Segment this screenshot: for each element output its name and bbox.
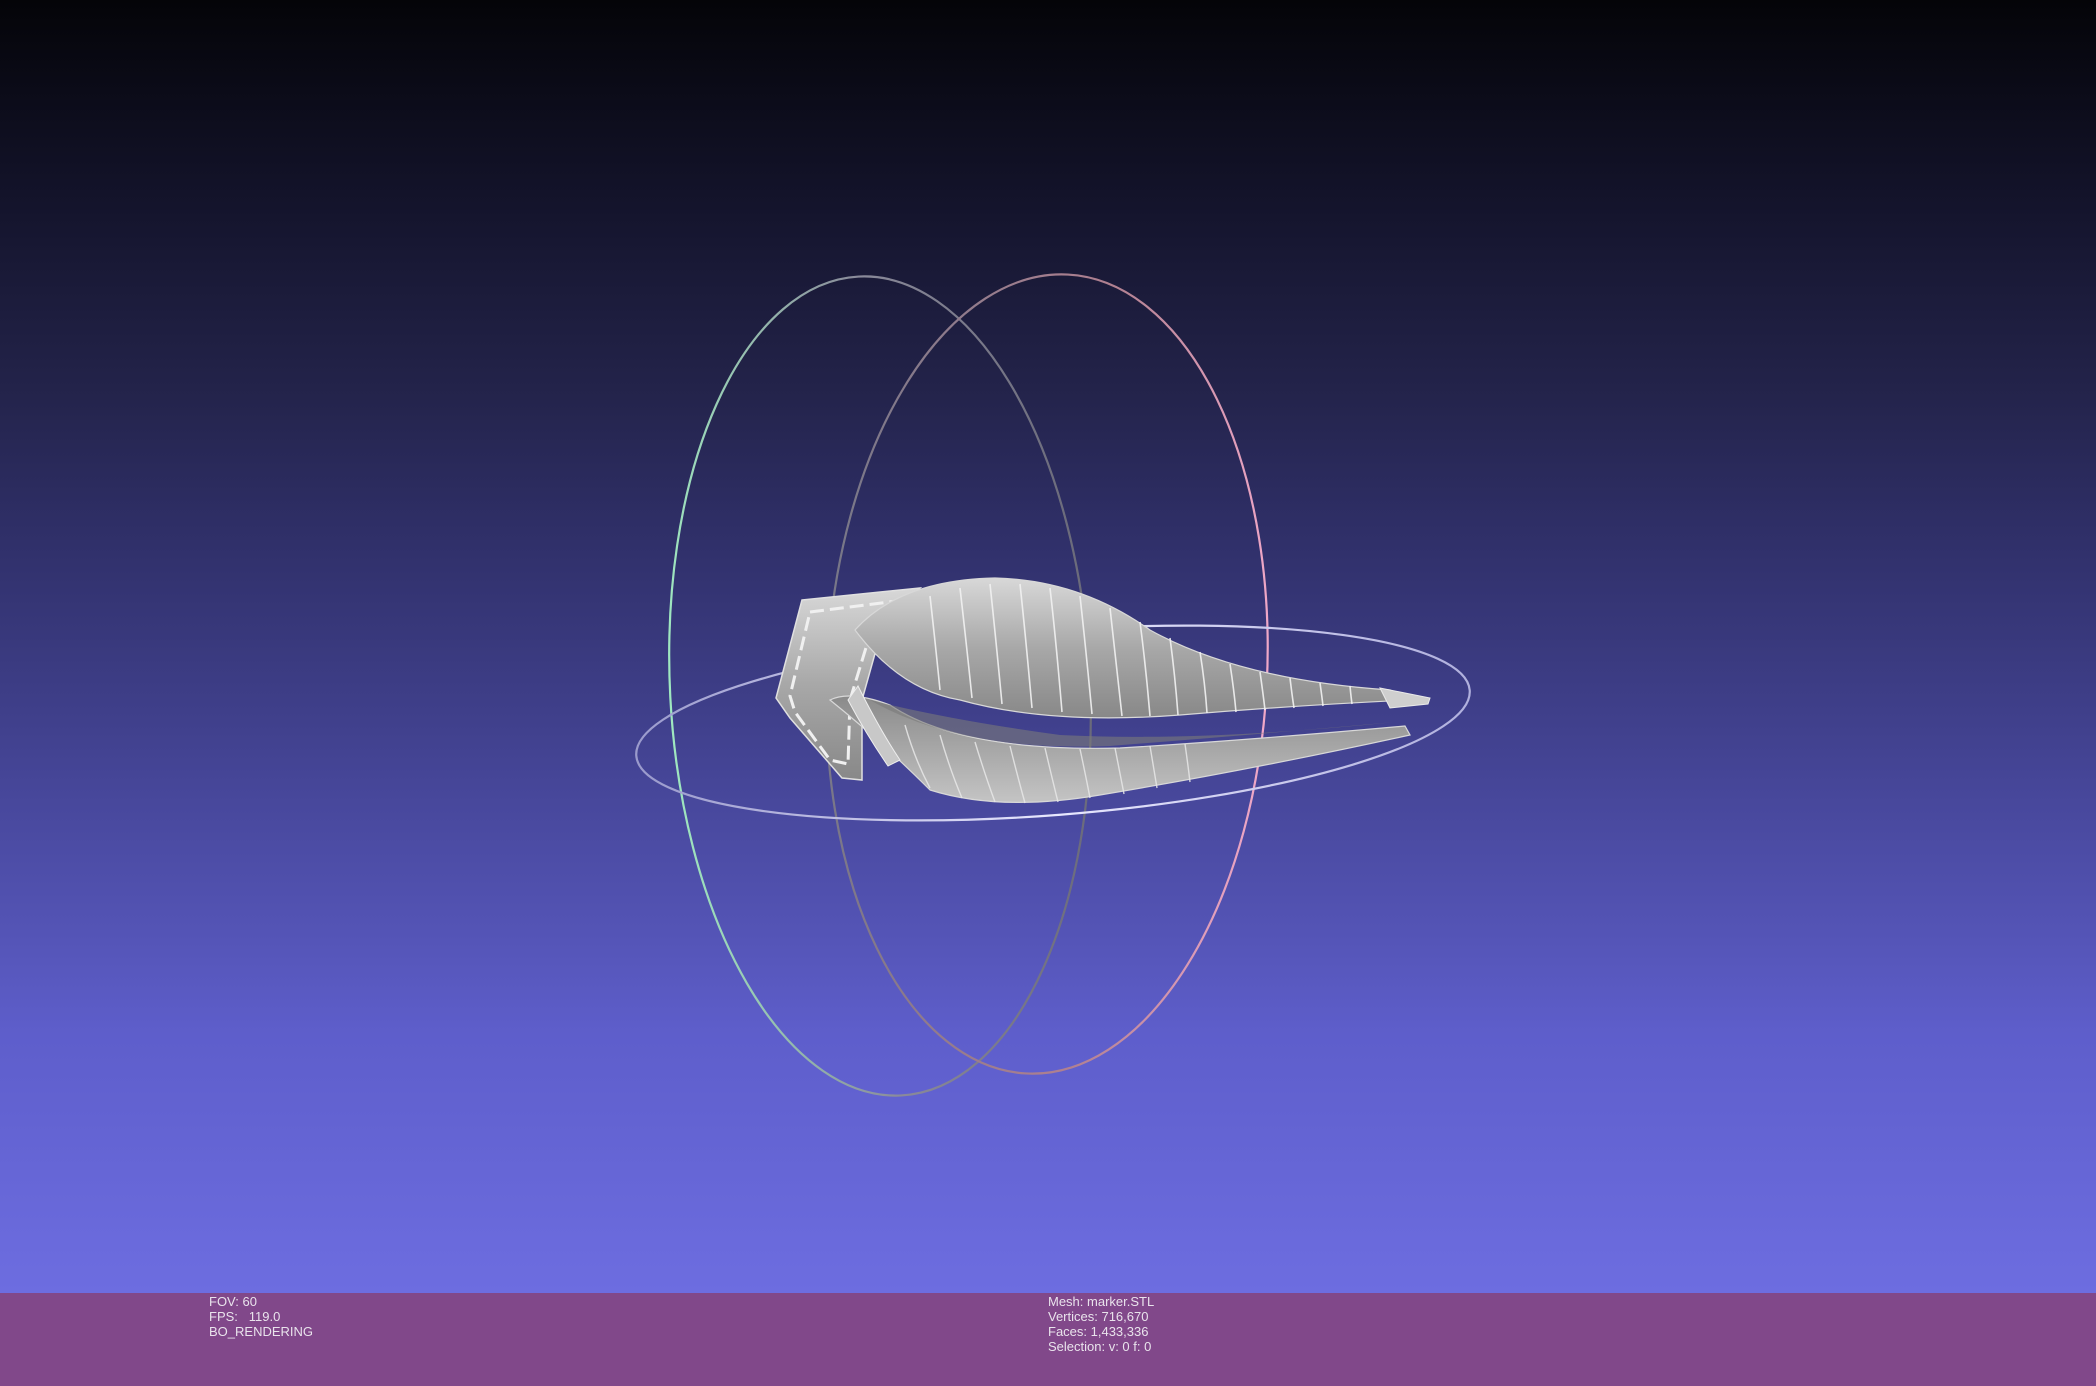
mesh-info: Mesh: marker.STL Vertices: 716,670 Faces… — [1048, 1294, 1154, 1354]
render-mode-label: BO_RENDERING — [209, 1324, 314, 1339]
vertices-label: Vertices: 716,670 — [1048, 1309, 1149, 1324]
mesh-upper-hull — [854, 577, 1413, 719]
mesh-name-label: Mesh: marker.STL — [1048, 1294, 1155, 1309]
faces-label: Faces: 1,433,336 — [1048, 1324, 1149, 1339]
3d-viewport[interactable] — [0, 0, 2096, 1293]
status-info-bar: FOV: 60 FPS: 119.0 BO_RENDERING Mesh: ma… — [0, 1293, 2096, 1386]
mesh-model[interactable] — [775, 577, 1431, 804]
fps-label: FPS: 119.0 — [209, 1309, 281, 1324]
fov-label: FOV: 60 — [209, 1294, 257, 1309]
view-info: FOV: 60 FPS: 119.0 BO_RENDERING — [209, 1294, 313, 1339]
mesh-tip — [1379, 687, 1431, 709]
viewport-canvas[interactable] — [0, 0, 2096, 1293]
selection-label: Selection: v: 0 f: 0 — [1048, 1339, 1152, 1354]
